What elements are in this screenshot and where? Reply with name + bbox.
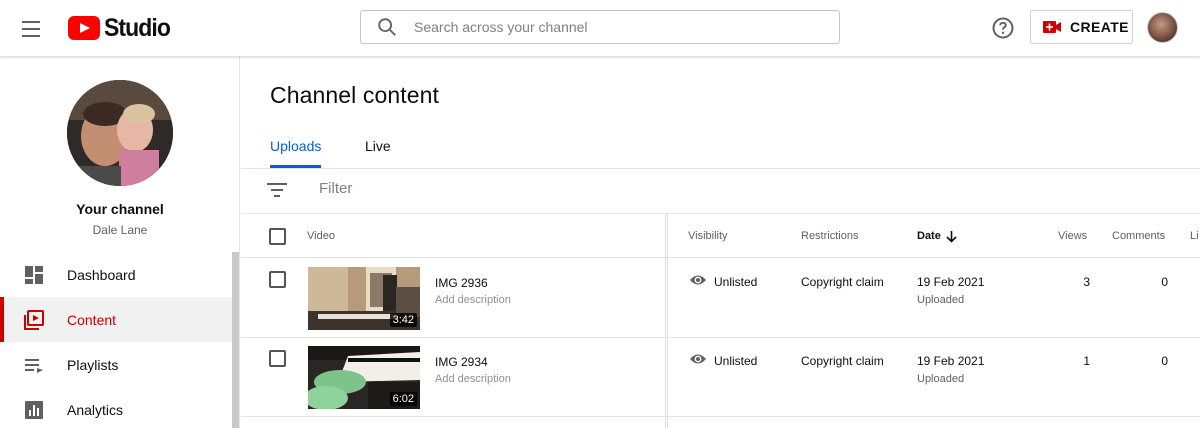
video-title[interactable]: IMG 2936	[435, 276, 488, 290]
eye-icon[interactable]	[689, 273, 707, 287]
column-restrictions: Restrictions	[801, 230, 859, 242]
table-row[interactable]: 3:42 IMG 2936 Add description Unlisted C…	[241, 259, 1200, 338]
video-duration: 3:42	[389, 313, 417, 327]
restriction-value[interactable]: Copyright claim	[801, 354, 884, 368]
column-comments: Comments	[1112, 230, 1166, 242]
top-bar: Studio CREATE	[0, 0, 1200, 56]
row-checkbox[interactable]	[269, 271, 286, 288]
page-title: Channel content	[270, 82, 440, 108]
comments-value: 0	[1161, 275, 1168, 289]
help-icon[interactable]	[991, 16, 1015, 40]
youtube-studio-logo[interactable]: Studio	[68, 14, 176, 42]
column-visibility: Visibility	[688, 230, 728, 242]
sort-descending-icon[interactable]	[945, 230, 958, 243]
sidebar: Your channel Dale Lane Dashboard Content…	[0, 56, 240, 428]
date-value: 19 Feb 2021	[917, 275, 985, 289]
channel-label[interactable]: Your channel	[0, 201, 240, 217]
analytics-icon	[25, 400, 43, 419]
video-thumbnail[interactable]: 3:42	[308, 267, 420, 330]
views-value: 3	[1083, 275, 1090, 289]
select-all-checkbox[interactable]	[269, 228, 286, 245]
filter-icon[interactable]	[267, 182, 287, 198]
search-box[interactable]	[360, 10, 840, 44]
playlists-icon	[25, 358, 43, 373]
table-row[interactable]: 6:02 IMG 2934 Add description Unlisted C…	[241, 338, 1200, 417]
video-camera-plus-icon	[1043, 21, 1061, 33]
youtube-play-icon	[68, 16, 100, 40]
video-thumbnail[interactable]: 6:02	[308, 346, 420, 409]
column-likes: Li	[1190, 230, 1199, 242]
filter-input[interactable]	[319, 180, 619, 197]
video-title[interactable]: IMG 2934	[435, 355, 488, 369]
sidebar-item-label: Dashboard	[67, 266, 136, 283]
sidebar-scrollbar[interactable]	[232, 252, 239, 428]
date-value: 19 Feb 2021	[917, 354, 985, 368]
tab-uploads[interactable]: Uploads	[270, 138, 322, 168]
sidebar-item-label: Playlists	[67, 356, 119, 373]
sidebar-item-label: Analytics	[67, 401, 124, 418]
video-duration: 6:02	[389, 392, 417, 406]
channel-user-name: Dale Lane	[92, 223, 148, 237]
content-icon	[24, 309, 44, 330]
video-description[interactable]: Add description	[435, 373, 511, 385]
comments-value: 0	[1161, 354, 1168, 368]
sidebar-item-analytics[interactable]: Analytics	[0, 387, 232, 428]
create-button[interactable]: CREATE	[1030, 10, 1133, 44]
table-header: Video Visibility Restrictions Date Views…	[241, 214, 1200, 258]
logo-text: Studio	[104, 13, 171, 42]
visibility-value[interactable]: Unlisted	[714, 275, 757, 289]
search-input[interactable]	[414, 19, 814, 35]
main-content: Channel content Uploads Live Video Visib…	[241, 56, 1200, 428]
row-checkbox[interactable]	[269, 350, 286, 367]
account-avatar[interactable]	[1147, 12, 1178, 43]
tab-live[interactable]: Live	[365, 138, 391, 168]
views-value: 1	[1083, 354, 1090, 368]
sidebar-item-label: Content	[67, 311, 117, 328]
sidebar-item-content[interactable]: Content	[0, 297, 232, 342]
date-status: Uploaded	[917, 373, 965, 385]
search-icon[interactable]	[376, 16, 398, 38]
menu-icon[interactable]	[22, 18, 46, 38]
column-views: Views	[1058, 230, 1088, 242]
column-video: Video	[307, 230, 335, 242]
channel-avatar[interactable]	[67, 80, 173, 186]
eye-icon[interactable]	[689, 352, 707, 366]
tabs-divider	[241, 168, 1200, 169]
sidebar-item-dashboard[interactable]: Dashboard	[0, 252, 232, 297]
video-description[interactable]: Add description	[435, 294, 511, 306]
date-status: Uploaded	[917, 294, 965, 306]
table-row[interactable]	[241, 417, 1200, 428]
restriction-value[interactable]: Copyright claim	[801, 275, 884, 289]
column-date[interactable]: Date	[917, 230, 941, 242]
dashboard-icon	[25, 265, 43, 284]
sidebar-item-playlists[interactable]: Playlists	[0, 342, 232, 387]
visibility-value[interactable]: Unlisted	[714, 354, 757, 368]
create-label: CREATE	[1070, 19, 1129, 35]
